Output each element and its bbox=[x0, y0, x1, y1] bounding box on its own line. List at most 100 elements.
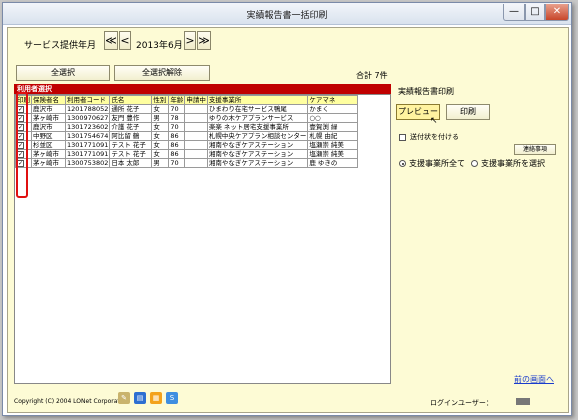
tool-icon[interactable]: ✎ bbox=[118, 392, 130, 404]
notebook-icon[interactable]: ▤ bbox=[134, 392, 146, 404]
service-month-label: サービス提供年月 bbox=[24, 41, 97, 51]
insurer-cell: 鹿沢市 bbox=[31, 104, 66, 114]
name-cell: 日本 太郎 bbox=[109, 158, 153, 168]
table-row[interactable]: ✓ 鹿沢市 1201788052 通所 花子 女 70 ひまわり在宅サービス鴨尾… bbox=[15, 104, 359, 114]
office-cell: 湘南やなぎケアステーション bbox=[206, 140, 309, 150]
name-cell: テスト 花子 bbox=[109, 140, 153, 150]
sex-cell: 男 bbox=[151, 113, 170, 123]
table-row[interactable]: ✓ 中野区 1301754674 阿比留 鶴 女 86 札幌中央ケアプラン相談セ… bbox=[15, 131, 359, 141]
contact-notes-button[interactable]: 連絡事項 bbox=[514, 144, 556, 155]
user-code-cell: 1301723602 bbox=[64, 122, 111, 132]
age-cell: 70 bbox=[168, 104, 186, 114]
back-link[interactable]: 前の画面へ bbox=[514, 374, 554, 385]
user-select-header: 利用者選択 bbox=[14, 84, 391, 94]
main-panel: サービス提供年月 ≪ < 2013年 6月 > ≫ 全選択 全選択解除 合計 7… bbox=[7, 27, 569, 413]
user-table: 印刷 保険者名 利用者コード 氏名 性別 年齢 申請中 支援事業所 ケアマネ ✓ bbox=[15, 95, 359, 168]
column-header[interactable]: 保険者名 bbox=[31, 95, 66, 105]
next-month-button[interactable]: > bbox=[184, 31, 196, 50]
office-cell: 楽楽 ネット居宅支援事業所 bbox=[206, 122, 309, 132]
age-cell: 70 bbox=[168, 122, 186, 132]
sex-cell: 男 bbox=[151, 158, 170, 168]
user-code-cell: 1301771091 bbox=[64, 140, 111, 150]
user-code-cell: 1300753802 bbox=[64, 158, 111, 168]
print-panel-title: 実績報告書印刷 bbox=[398, 87, 454, 96]
window-title: 実績報告書一括印刷 bbox=[246, 11, 328, 21]
name-cell: 通所 花子 bbox=[109, 104, 153, 114]
cover-letter-checkbox[interactable] bbox=[399, 133, 406, 141]
age-cell: 86 bbox=[168, 140, 186, 150]
insurer-cell: 中野区 bbox=[31, 131, 66, 141]
office-scope-radio-group: 支援事業所全て 支援事業所を選択 bbox=[399, 158, 545, 169]
age-cell: 86 bbox=[168, 149, 186, 159]
sex-cell: 女 bbox=[151, 140, 170, 150]
table-row[interactable]: ✓ 杉並区 1301771091 テスト 花子 女 86 湘南やなぎケアステーシ… bbox=[15, 140, 359, 150]
care-manager-cell: 鹿 ゆきの bbox=[307, 158, 359, 168]
office-cell: 湘南やなぎケアステーション bbox=[206, 149, 309, 159]
care-manager-cell: 塩瀬崇 純美 bbox=[307, 149, 359, 159]
sex-cell: 女 bbox=[151, 122, 170, 132]
pending-cell bbox=[184, 158, 208, 168]
close-button[interactable]: ✕ bbox=[545, 4, 569, 21]
age-cell: 86 bbox=[168, 131, 186, 141]
sex-cell: 女 bbox=[151, 131, 170, 141]
sex-cell: 女 bbox=[151, 104, 170, 114]
name-cell: テスト 花子 bbox=[109, 149, 153, 159]
column-header[interactable]: 支援事業所 bbox=[206, 95, 309, 105]
login-user-name bbox=[516, 398, 530, 405]
insurer-cell: 杉並区 bbox=[31, 140, 66, 150]
cover-letter-label: 送付状を付ける bbox=[410, 133, 459, 141]
user-grid: 印刷 保険者名 利用者コード 氏名 性別 年齢 申請中 支援事業所 ケアマネ ✓ bbox=[14, 94, 391, 384]
table-row[interactable]: ✓ 茅ヶ崎市 1301771091 テスト 花子 女 86 湘南やなぎケアステー… bbox=[15, 149, 359, 159]
office-cell: ゆりの木ケアプランサービス bbox=[206, 113, 309, 123]
age-cell: 70 bbox=[168, 158, 186, 168]
insurer-cell: 茅ヶ崎市 bbox=[31, 158, 66, 168]
insurer-cell: 茅ヶ崎市 bbox=[31, 113, 66, 123]
prev-month-button[interactable]: < bbox=[119, 31, 131, 50]
last-month-button[interactable]: ≫ bbox=[197, 31, 211, 50]
year-value: 2013年 bbox=[136, 41, 168, 51]
maximize-button[interactable]: □ bbox=[525, 4, 545, 21]
column-header[interactable]: 申請中 bbox=[184, 95, 208, 105]
office-cell: ひまわり在宅サービス鴨尾 bbox=[206, 104, 309, 114]
radio-all-offices[interactable] bbox=[399, 160, 406, 167]
skype-icon[interactable]: S bbox=[166, 392, 178, 404]
table-row[interactable]: ✓ 茅ヶ崎市 1300753802 日本 太郎 男 70 湘南やなぎケアステーシ… bbox=[15, 158, 359, 168]
total-count: 合計 7件 bbox=[356, 71, 388, 80]
table-row[interactable]: ✓ 茅ヶ崎市 1300970627 友門 豊作 男 78 ゆりの木ケアプランサー… bbox=[15, 113, 359, 123]
minimize-button[interactable]: — bbox=[503, 4, 525, 21]
select-all-button[interactable]: 全選択 bbox=[16, 65, 110, 81]
print-column-highlight bbox=[16, 92, 28, 198]
column-header[interactable]: 性別 bbox=[151, 95, 170, 105]
user-code-cell: 1300970627 bbox=[64, 113, 111, 123]
pending-cell bbox=[184, 122, 208, 132]
radio-all-offices-label: 支援事業所全て bbox=[409, 159, 465, 168]
column-header[interactable]: 年齢 bbox=[168, 95, 186, 105]
user-code-cell: 1301771091 bbox=[64, 149, 111, 159]
insurer-cell: 鹿沢市 bbox=[31, 122, 66, 132]
office-cell: 湘南やなぎケアステーション bbox=[206, 158, 309, 168]
title-bar: 実績報告書一括印刷 — □ ✕ bbox=[3, 3, 571, 25]
login-user-label: ログインユーザー： bbox=[430, 399, 493, 407]
month-value: 6月 bbox=[168, 41, 183, 51]
column-header[interactable]: ケアマネ bbox=[307, 95, 359, 105]
name-cell: 阿比留 鶴 bbox=[109, 131, 153, 141]
care-manager-cell: 塩瀬崇 純美 bbox=[307, 140, 359, 150]
first-month-button[interactable]: ≪ bbox=[104, 31, 118, 50]
insurer-cell: 茅ヶ崎市 bbox=[31, 149, 66, 159]
user-code-cell: 1301754674 bbox=[64, 131, 111, 141]
column-header[interactable]: 利用者コード bbox=[64, 95, 111, 105]
pending-cell bbox=[184, 149, 208, 159]
column-header[interactable]: 氏名 bbox=[109, 95, 153, 105]
name-cell: 介護 花子 bbox=[109, 122, 153, 132]
table-row[interactable]: ✓ 鹿沢市 1301723602 介護 花子 女 70 楽楽 ネット居宅支援事業… bbox=[15, 122, 359, 132]
box-icon[interactable]: ▦ bbox=[150, 392, 162, 404]
office-cell: 札幌中央ケアプラン相談センター bbox=[206, 131, 309, 141]
mouse-cursor-icon: ↖ bbox=[430, 116, 438, 126]
print-button[interactable]: 印刷 bbox=[446, 104, 490, 120]
care-manager-cell: ○○ bbox=[307, 113, 359, 123]
radio-select-offices[interactable] bbox=[471, 160, 478, 167]
cover-letter-option[interactable]: 送付状を付ける bbox=[399, 132, 459, 142]
pending-cell bbox=[184, 131, 208, 141]
care-manager-cell: 壹賀渕 緑 bbox=[307, 122, 359, 132]
deselect-all-button[interactable]: 全選択解除 bbox=[114, 65, 210, 81]
